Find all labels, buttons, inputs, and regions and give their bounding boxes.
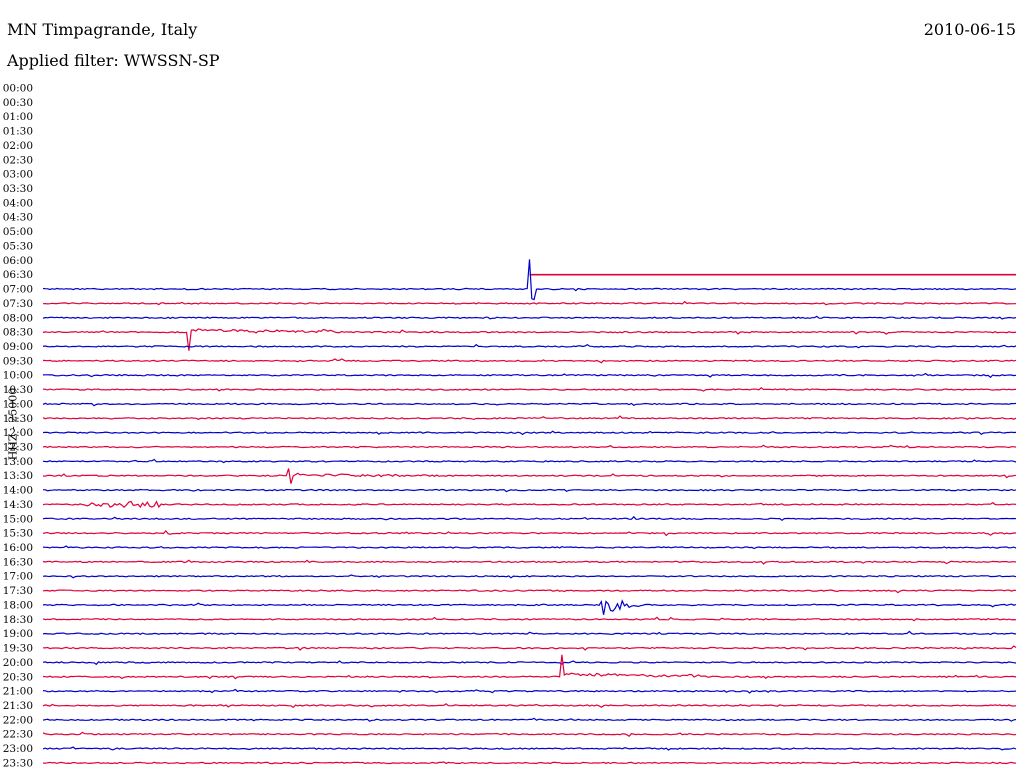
row-time-label: 23:30: [3, 757, 33, 769]
trace-line: [42, 343, 1017, 349]
row-time-label: 21:30: [3, 700, 33, 712]
trace-line: [42, 468, 1017, 484]
row-time-label: 07:00: [3, 284, 33, 296]
trace-line: [42, 688, 1017, 694]
trace-line: [42, 358, 1017, 364]
row-time-label: 14:00: [3, 485, 33, 497]
trace-line: [42, 654, 1017, 680]
row-time-label: 04:00: [3, 197, 33, 209]
trace-line: [42, 589, 1017, 594]
trace-line: [42, 559, 1017, 565]
trace-line: [42, 616, 1017, 622]
trace-line: [42, 574, 1017, 579]
row-time-label: 05:00: [3, 226, 33, 238]
row-time-label: 13:00: [3, 456, 33, 468]
trace-line: [42, 630, 1017, 636]
row-time-label: 01:30: [3, 126, 33, 138]
trace-line: [42, 645, 1017, 651]
row-time-label: 18:00: [3, 599, 33, 611]
row-time-label: 12:00: [3, 427, 33, 439]
trace-line: [42, 315, 1017, 320]
row-time-label: 02:30: [3, 154, 33, 166]
row-time-label: 19:30: [3, 643, 33, 655]
trace-line: [42, 515, 1017, 522]
row-time-label: 12:30: [3, 442, 33, 454]
trace-line: [42, 500, 1017, 509]
row-time-label: 22:30: [3, 729, 33, 741]
row-time-label: 09:00: [3, 341, 33, 353]
row-time-label: 13:30: [3, 470, 33, 482]
row-time-label: 04:30: [3, 212, 33, 224]
trace-line: [42, 415, 1017, 421]
trace-line: [42, 328, 1017, 351]
row-time-label: 14:30: [3, 499, 33, 511]
row-time-label: 16:00: [3, 542, 33, 554]
trace-line: [42, 660, 1017, 666]
row-time-label: 11:30: [3, 413, 33, 425]
row-time-label: 11:00: [3, 398, 33, 410]
trace-line: [42, 259, 1017, 301]
row-time-label: 17:30: [3, 585, 33, 597]
row-time-label: 01:00: [3, 111, 33, 123]
trace-line: [42, 430, 1017, 436]
row-time-label: 20:30: [3, 671, 33, 683]
row-time-label: 18:30: [3, 614, 33, 626]
row-time-label: 15:00: [3, 513, 33, 525]
row-time-label: 08:30: [3, 327, 33, 339]
row-time-label: 15:30: [3, 528, 33, 540]
trace-line: [42, 444, 1017, 449]
row-time-label: 00:30: [3, 97, 33, 109]
row-time-label: 00:00: [3, 83, 33, 95]
row-time-label: 05:30: [3, 240, 33, 252]
row-time-label: 21:00: [3, 686, 33, 698]
trace-line: [42, 402, 1017, 407]
trace-line: [42, 387, 1017, 392]
row-time-label: 22:00: [3, 714, 33, 726]
row-time-label: 02:00: [3, 140, 33, 152]
trace-line: [42, 761, 1017, 765]
helicorder-plot: 00:00 00:30 01:00 01:30 02:00 02:30 03:00 03:30…: [3, 83, 1017, 769]
row-time-label: 19:00: [3, 628, 33, 640]
row-time-label: 08:00: [3, 312, 33, 324]
row-time-label: 10:00: [3, 370, 33, 382]
trace-line: [42, 746, 1017, 751]
row-time-label: 06:30: [3, 269, 33, 281]
trace-line: [42, 372, 1017, 379]
trace-line: [42, 731, 1017, 737]
trace-line: [42, 300, 1016, 306]
row-time-label: 07:30: [3, 298, 33, 310]
trace-line: [42, 717, 1017, 722]
trace-line: [42, 599, 1017, 615]
row-time-label: 23:00: [3, 743, 33, 755]
row-time-label: 17:00: [3, 571, 33, 583]
row-time-label: 03:00: [3, 169, 33, 181]
row-time-label: 20:00: [3, 657, 33, 669]
trace-line: [42, 458, 1017, 464]
row-time-label: 03:30: [3, 183, 33, 195]
row-time-label: 10:30: [3, 384, 33, 396]
trace-line: [42, 488, 1017, 493]
row-time-label: 06:00: [3, 255, 33, 267]
row-time-label: 16:30: [3, 556, 33, 568]
trace-line: [42, 529, 1016, 537]
row-time-label: 09:30: [3, 355, 33, 367]
trace-line: [42, 703, 1017, 709]
trace-line: [42, 545, 1017, 550]
